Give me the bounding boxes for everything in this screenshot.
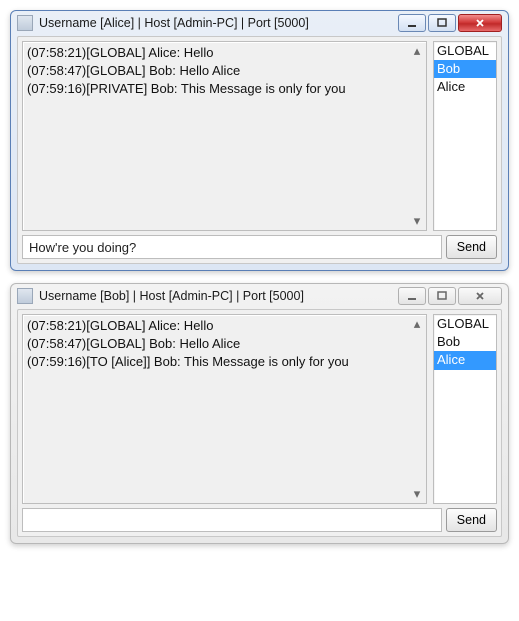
chat-message: (07:58:21)[GLOBAL] Alice: Hello <box>27 317 422 335</box>
titlebar[interactable]: Username [Bob] | Host [Admin-PC] | Port … <box>11 284 508 309</box>
window-controls <box>398 287 502 305</box>
chat-message: (07:58:47)[GLOBAL] Bob: Hello Alice <box>27 335 422 353</box>
chat-window-alice: Username [Alice] | Host [Admin-PC] | Por… <box>10 10 509 271</box>
scroll-down-icon[interactable]: ▾ <box>409 213 425 229</box>
user-list-item[interactable]: Alice <box>434 78 496 96</box>
user-list-item[interactable]: Bob <box>434 60 496 78</box>
send-button[interactable]: Send <box>446 235 497 259</box>
window-controls <box>398 14 502 32</box>
minimize-button[interactable] <box>398 14 426 32</box>
scrollbar[interactable]: ▴ ▾ <box>409 316 425 502</box>
scrollbar[interactable]: ▴ ▾ <box>409 43 425 229</box>
compose-row: Send <box>22 235 497 259</box>
user-list[interactable]: GLOBAL Bob Alice <box>433 314 497 504</box>
send-button[interactable]: Send <box>446 508 497 532</box>
chat-message: (07:58:21)[GLOBAL] Alice: Hello <box>27 44 422 62</box>
maximize-button[interactable] <box>428 14 456 32</box>
window-title: Username [Bob] | Host [Admin-PC] | Port … <box>39 289 392 303</box>
user-list-item[interactable]: Alice <box>434 351 496 369</box>
minimize-button[interactable] <box>398 287 426 305</box>
close-button[interactable] <box>458 14 502 32</box>
client-area: (07:58:21)[GLOBAL] Alice: Hello (07:58:4… <box>17 36 502 264</box>
chat-window-bob: Username [Bob] | Host [Admin-PC] | Port … <box>10 283 509 544</box>
client-area: (07:58:21)[GLOBAL] Alice: Hello (07:58:4… <box>17 309 502 537</box>
chat-message: (07:59:16)[PRIVATE] Bob: This Message is… <box>27 80 422 98</box>
chat-message: (07:59:16)[TO [Alice]] Bob: This Message… <box>27 353 422 371</box>
user-list-item[interactable]: Bob <box>434 333 496 351</box>
content-row: (07:58:21)[GLOBAL] Alice: Hello (07:58:4… <box>22 314 497 504</box>
user-list-item[interactable]: GLOBAL <box>434 42 496 60</box>
window-title: Username [Alice] | Host [Admin-PC] | Por… <box>39 16 392 30</box>
user-list[interactable]: GLOBAL Bob Alice <box>433 41 497 231</box>
app-icon <box>17 15 33 31</box>
message-input[interactable] <box>22 508 442 532</box>
maximize-button[interactable] <box>428 287 456 305</box>
scroll-down-icon[interactable]: ▾ <box>409 486 425 502</box>
chat-log[interactable]: (07:58:21)[GLOBAL] Alice: Hello (07:58:4… <box>22 41 427 231</box>
scroll-up-icon[interactable]: ▴ <box>409 43 425 59</box>
titlebar[interactable]: Username [Alice] | Host [Admin-PC] | Por… <box>11 11 508 36</box>
chat-log[interactable]: (07:58:21)[GLOBAL] Alice: Hello (07:58:4… <box>22 314 427 504</box>
message-input[interactable] <box>22 235 442 259</box>
compose-row: Send <box>22 508 497 532</box>
chat-message: (07:58:47)[GLOBAL] Bob: Hello Alice <box>27 62 422 80</box>
content-row: (07:58:21)[GLOBAL] Alice: Hello (07:58:4… <box>22 41 497 231</box>
close-button[interactable] <box>458 287 502 305</box>
user-list-item[interactable]: GLOBAL <box>434 315 496 333</box>
app-icon <box>17 288 33 304</box>
scroll-up-icon[interactable]: ▴ <box>409 316 425 332</box>
